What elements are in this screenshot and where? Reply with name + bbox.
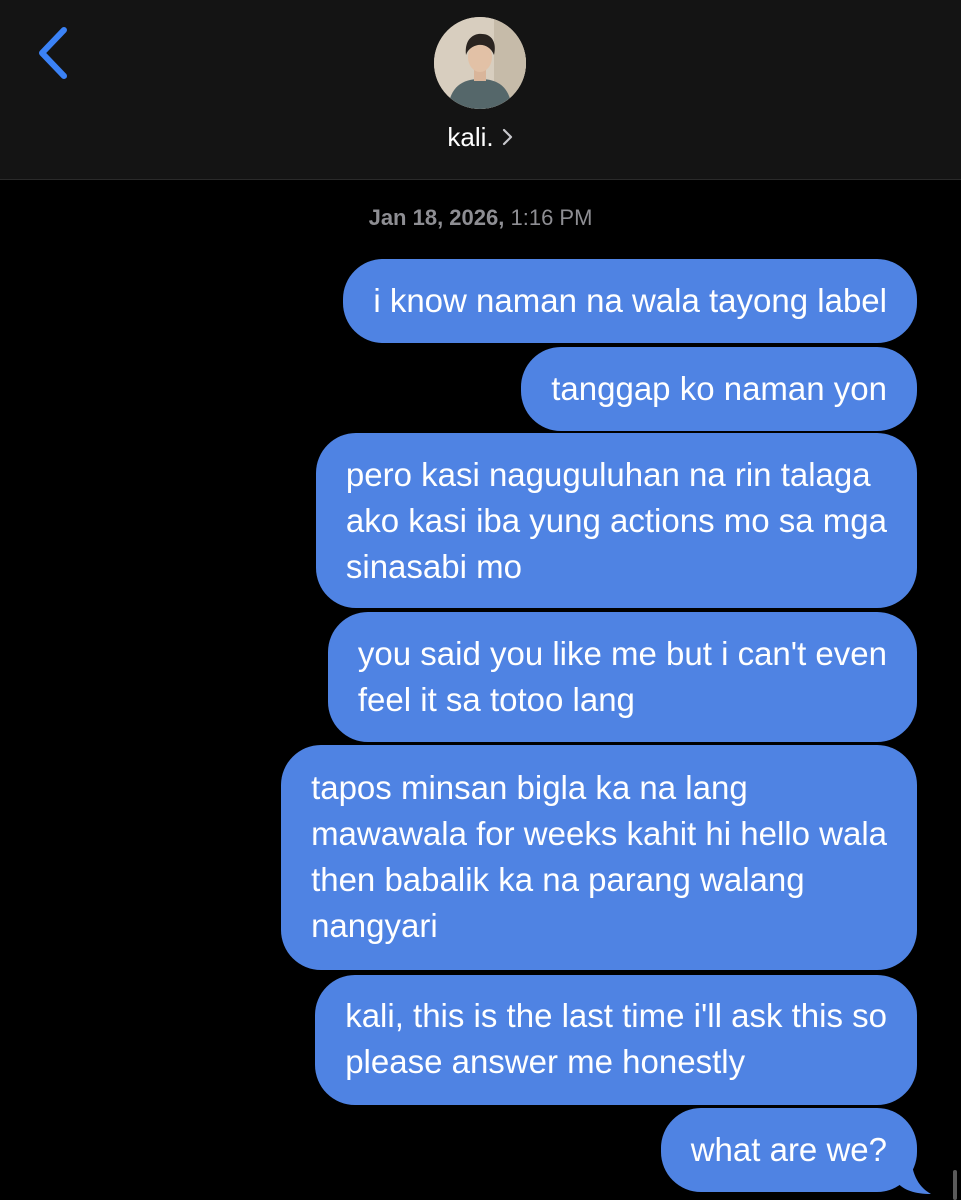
message-line: nangyari — [311, 907, 438, 944]
message-bubble[interactable]: what are we? — [660, 1108, 917, 1192]
contact-name-button[interactable]: kali. — [0, 120, 961, 156]
scrollbar[interactable] — [953, 1170, 957, 1200]
message-bubble[interactable]: tanggap ko naman yon — [521, 347, 917, 431]
message-line: ako kasi iba yung actions mo sa mga — [345, 502, 887, 539]
timestamp-time: 1:16 PM — [510, 205, 593, 230]
contact-name: kali. — [447, 122, 494, 152]
message-line: tanggap ko naman yon — [551, 370, 887, 407]
message-timestamp: Jan 18, 2026, 1:16 PM — [0, 203, 961, 233]
chevron-right-icon — [502, 120, 514, 154]
message-line: what are we? — [690, 1131, 887, 1168]
message-line: please answer me honestly — [345, 1043, 746, 1080]
message-line: feel it sa totoo lang — [357, 681, 635, 718]
message-bubble[interactable]: i know naman na wala tayong label — [343, 259, 917, 343]
message-line: mawawala for weeks kahit hi hello wala — [311, 815, 887, 852]
message-bubble[interactable]: tapos minsan bigla ka na lang mawawala f… — [281, 745, 917, 970]
bubble-tail-icon — [897, 1152, 931, 1194]
message-line: you said you like me but i can't even — [357, 635, 887, 672]
back-chevron-icon — [39, 27, 67, 79]
back-button[interactable] — [30, 22, 78, 86]
message-bubble[interactable]: pero kasi naguguluhan na rin talaga ako … — [315, 433, 917, 608]
message-line: pero kasi naguguluhan na rin talaga — [345, 456, 871, 493]
message-bubble[interactable]: you said you like me but i can't even fe… — [327, 612, 917, 742]
message-line: tapos minsan bigla ka na lang — [311, 769, 748, 806]
conversation-header: kali. — [0, 0, 961, 180]
message-line: then babalik ka na parang walang — [311, 861, 805, 898]
message-line: sinasabi mo — [345, 548, 522, 585]
message-line: i know naman na wala tayong label — [373, 282, 887, 319]
avatar[interactable] — [434, 17, 526, 109]
timestamp-date: Jan 18, 2026, — [368, 205, 505, 230]
message-bubble[interactable]: kali, this is the last time i'll ask thi… — [315, 975, 917, 1105]
message-line: kali, this is the last time i'll ask thi… — [345, 997, 887, 1034]
